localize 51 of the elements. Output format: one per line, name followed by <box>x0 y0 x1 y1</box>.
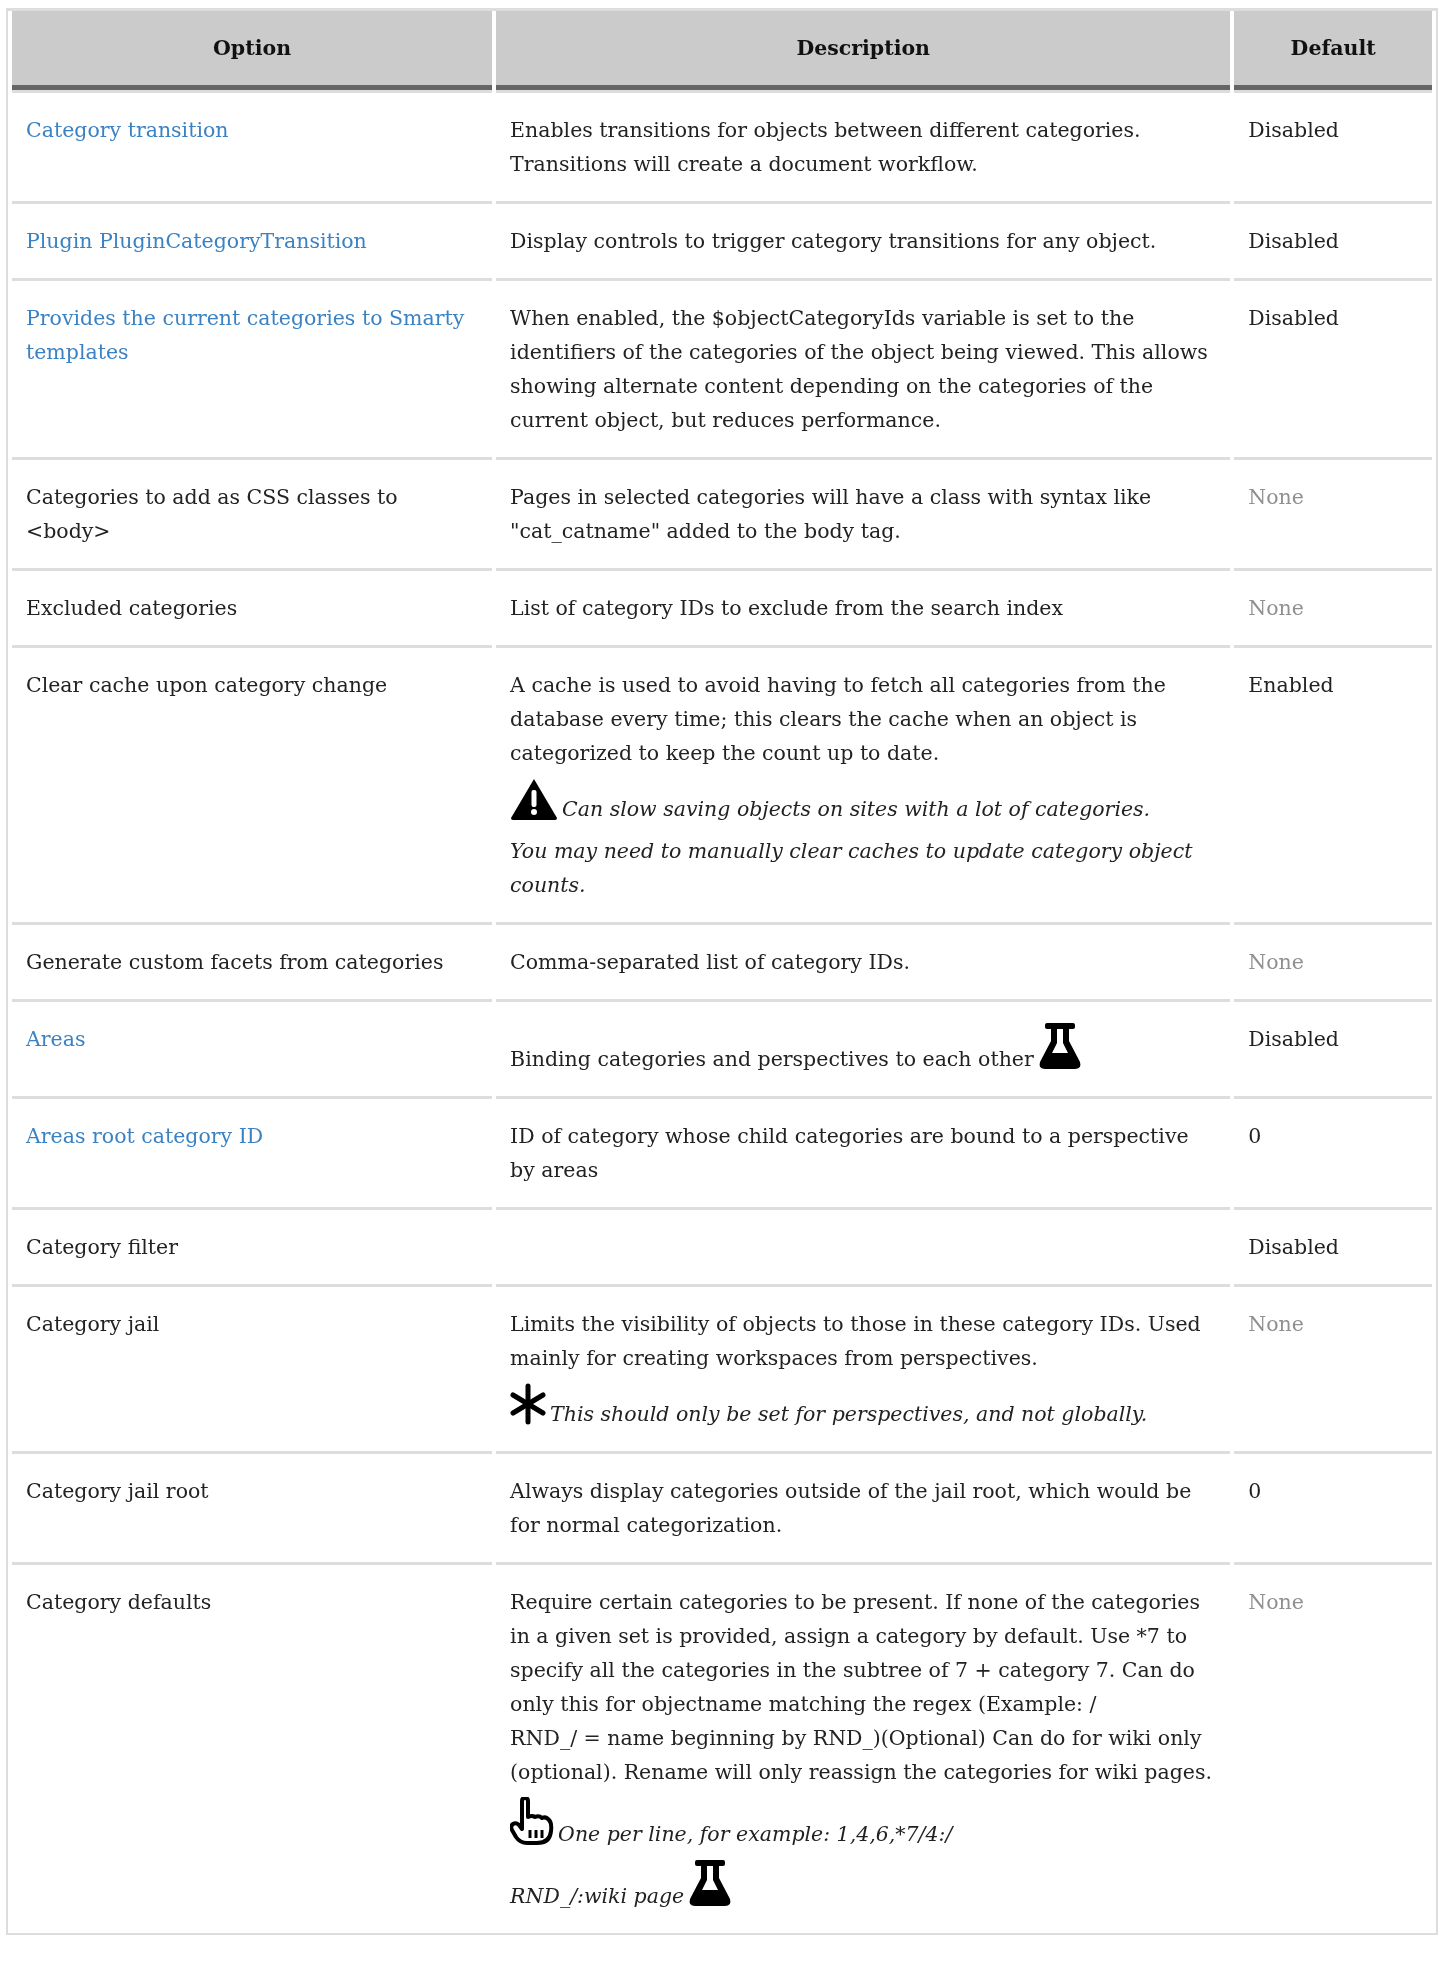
option-name: Category filter <box>26 1234 180 1261</box>
default-value: None <box>1248 1589 1305 1616</box>
description-text: Binding categories and perspectives to each other <box>510 1047 1034 1071</box>
description-text: Pages in selected categories will have a class with syntax like "cat_catname" added to the body tag. <box>510 485 1152 543</box>
option-link[interactable]: Category transition <box>26 113 479 147</box>
default-value: 0 <box>1248 1123 1263 1150</box>
option-name: Category defaults <box>26 1589 213 1616</box>
option-link[interactable]: Areas <box>26 1022 479 1056</box>
default-value: Enabled <box>1248 672 1335 699</box>
pointing-hand-icon <box>510 1797 555 1845</box>
description-text: Enables transitions for objects between different categories. Transitions will create a document workflow. <box>510 118 1141 176</box>
option-name: Categories to add as CSS classes to <body> <box>26 484 399 545</box>
default-value: Disabled <box>1248 117 1340 144</box>
description-text: List of category IDs to exclude from the search index <box>510 596 1063 620</box>
description-text: Limits the visibility of objects to those in these category IDs. Used mainly for creating workspaces from perspectives. <box>510 1312 1201 1370</box>
default-value: Disabled <box>1248 305 1340 332</box>
option-name: Clear cache upon category change <box>26 672 389 699</box>
option-link[interactable]: Areas root category ID <box>26 1119 479 1153</box>
description-text: Always display categories outside of the jail root, which would be for normal categorization. <box>510 1479 1192 1537</box>
default-value: Disabled <box>1248 1026 1340 1053</box>
default-value: 0 <box>1248 1478 1263 1505</box>
description-text: ID of category whose child categories are bound to a perspective by areas <box>510 1124 1189 1182</box>
asterisk-icon <box>510 1383 547 1425</box>
note-text: One per line, for example: 1,4,6,*7/4:/ <box>558 1822 953 1846</box>
warning-icon <box>510 778 559 820</box>
column-header: Default <box>1234 11 1432 90</box>
default-value: None <box>1248 1311 1305 1338</box>
description-text: Display controls to trigger category transitions for any object. <box>510 229 1157 253</box>
option-name: Category jail <box>26 1311 161 1338</box>
note-text: RND_/:wiki page <box>510 1884 685 1908</box>
default-value: None <box>1248 484 1305 511</box>
option-name: Category jail root <box>26 1478 210 1505</box>
option-link[interactable]: Plugin PluginCategoryTransition <box>26 224 479 258</box>
default-value: None <box>1248 949 1305 976</box>
note-text: Can slow saving objects on sites with a lot of categories. <box>562 797 1151 821</box>
description-text: A cache is used to avoid having to fetch all categories from the database every time; this clears the cache when an object is categorized to keep the count up to date. <box>510 673 1166 765</box>
option-name: Excluded categories <box>26 595 239 622</box>
column-header: Option <box>12 11 493 90</box>
description-text: Comma-separated list of category IDs. <box>510 950 910 974</box>
description-text: When enabled, the $objectCategoryIds variable is set to the identifiers of the categories of the object being viewed. This allows showing alternate content depending on the categories of the current object, but reduces performance. <box>510 306 1208 432</box>
flask-icon <box>688 1859 733 1907</box>
default-value: Disabled <box>1248 228 1340 255</box>
description-text: Require certain categories to be present. If none of the categories in a given set is provided, assign a category by default. Use *7 to specify all the categories in the subtree of 7 + category 7. Can do only this for objectname matching the regex (Example: / RND_/ = name beginning by RND_)(Optional) Can do for wiki only (optional). Rename will only reassign the categories for wiki pages. <box>510 1590 1212 1784</box>
column-header: Description <box>496 11 1231 90</box>
default-value: None <box>1248 595 1305 622</box>
flask-icon <box>1037 1022 1082 1070</box>
note-text: You may need to manually clear caches to update category object counts. <box>510 839 1193 897</box>
default-value: Disabled <box>1248 1234 1340 1261</box>
option-link[interactable]: Provides the current categories to Smarty templates <box>26 301 479 369</box>
option-name: Generate custom facets from categories <box>26 949 445 976</box>
note-text: This should only be set for perspectives, and not globally. <box>550 1402 1148 1426</box>
